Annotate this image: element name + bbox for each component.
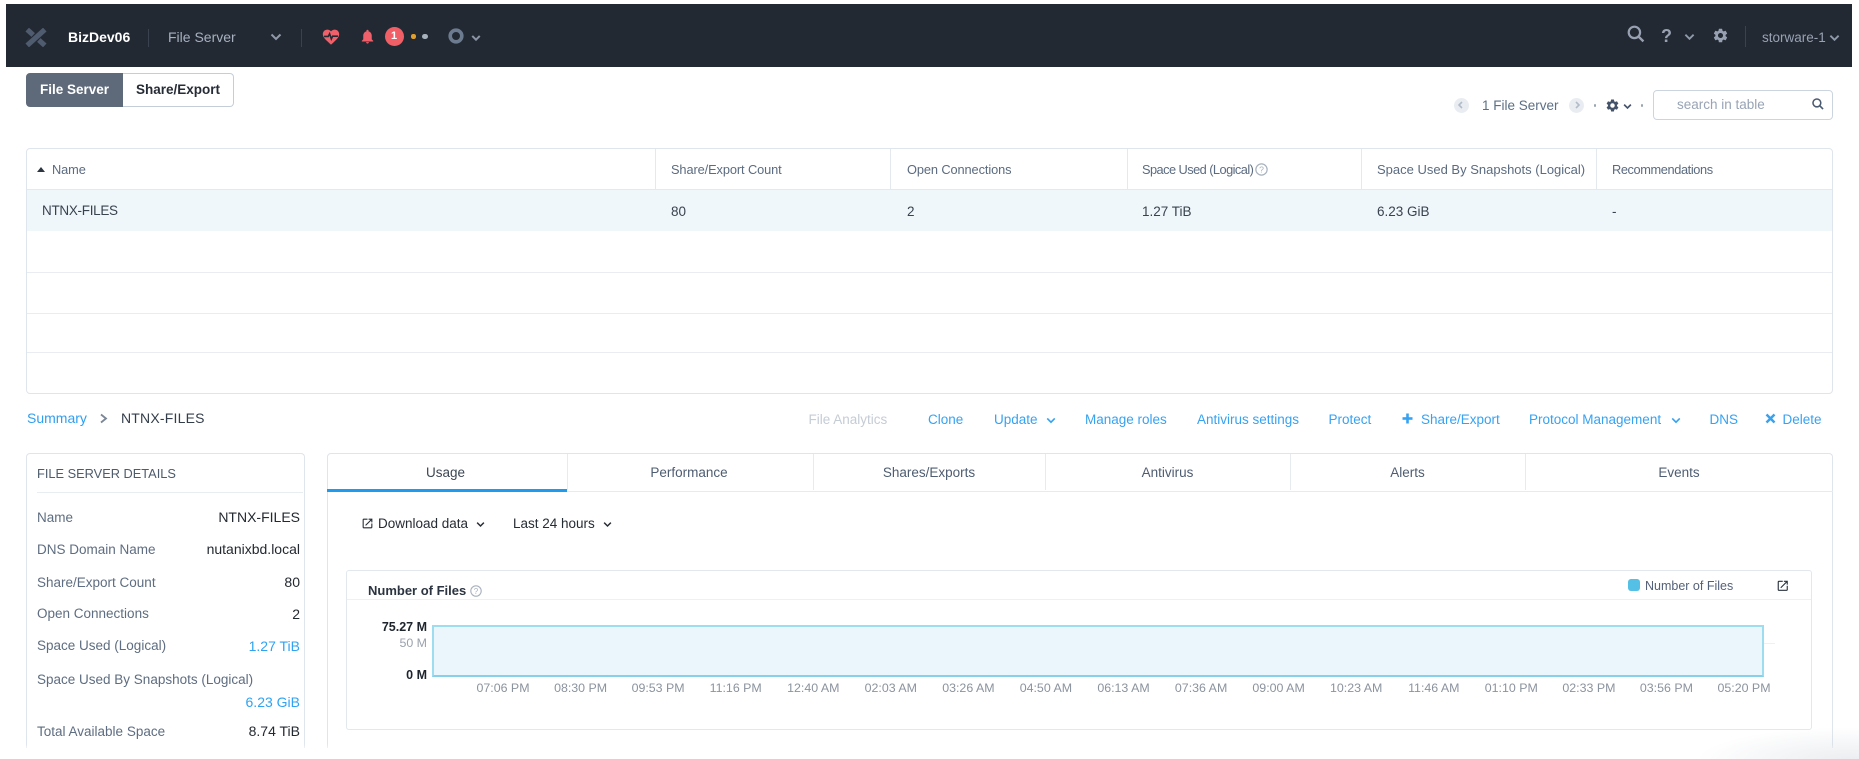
svg-text:?: ? [474,586,479,595]
svg-text:?: ? [1259,164,1264,174]
